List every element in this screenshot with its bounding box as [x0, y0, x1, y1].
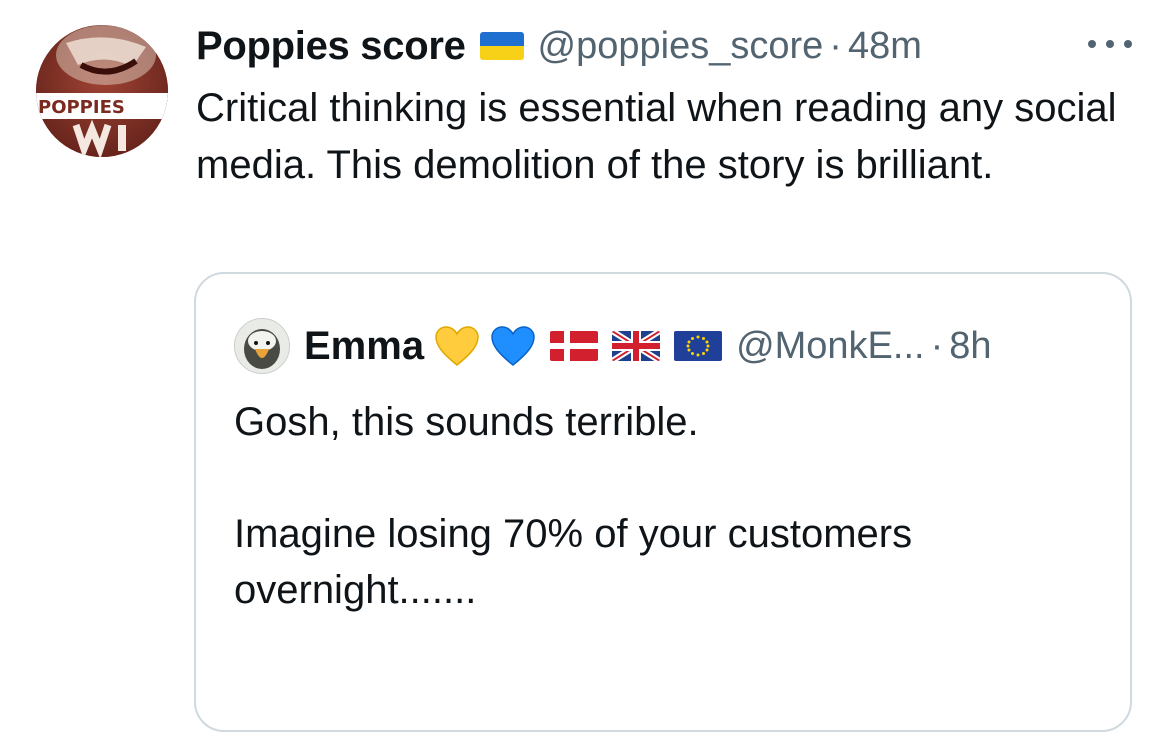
quoted-tweet-header: Emma @MonkE... · 8h	[234, 318, 992, 374]
quoted-tweet-card[interactable]: Emma @MonkE... · 8h Gosh, this sounds te…	[194, 272, 1132, 732]
tweet-header: Poppies score @poppies_score · 48m	[196, 22, 922, 70]
separator-dot: ·	[829, 24, 842, 67]
quoted-tweet-timestamp[interactable]: 8h	[949, 325, 991, 368]
tweet-timestamp[interactable]: 48m	[848, 25, 922, 68]
separator-dot: ·	[930, 324, 944, 367]
more-dots-icon[interactable]	[1088, 36, 1132, 52]
denmark-flag-icon	[550, 331, 599, 361]
eu-flag-icon	[674, 331, 723, 361]
quoted-author-avatar[interactable]	[234, 318, 290, 374]
author-avatar[interactable]: POPPIES	[36, 25, 168, 157]
quoted-author-handle[interactable]: @MonkE...	[736, 325, 925, 368]
quoted-author-name[interactable]: Emma	[304, 324, 424, 369]
tweet-text: Critical thinking is essential when read…	[196, 86, 1117, 187]
author-handle[interactable]: @poppies_score	[538, 25, 824, 68]
ukraine-flag-icon	[479, 32, 524, 60]
svg-text:POPPIES: POPPIES	[38, 97, 125, 118]
author-name[interactable]: Poppies score	[196, 24, 466, 69]
quoted-tweet-text: Gosh, this sounds terrible. Imagine losi…	[234, 400, 913, 612]
blue-heart-icon	[490, 325, 536, 367]
yellow-heart-icon	[434, 325, 480, 367]
uk-flag-icon	[612, 331, 661, 361]
